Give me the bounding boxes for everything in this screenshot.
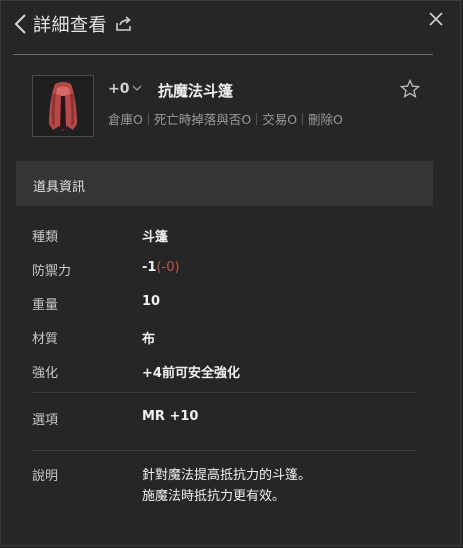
prop-weight-label: 重量 <box>32 298 59 313</box>
item-thumbnail <box>32 75 94 137</box>
share-icon[interactable] <box>115 16 133 32</box>
item-detail-panel: 詳細查看 +0 抗魔法斗篷 倉庫O 死亡時掉落與否O 交易O 刪除O 道具資訊 … <box>0 0 461 546</box>
item-name: 抗魔法斗篷 <box>158 82 234 100</box>
flag-drop-on-death: 死亡時掉落與否O <box>153 112 252 127</box>
prop-defense-label: 防禦力 <box>32 264 72 279</box>
flag-separator <box>256 113 258 125</box>
chevron-down-icon[interactable] <box>132 84 142 92</box>
prop-type-value: 斗篷 <box>142 230 169 245</box>
prop-enchant-value: +4前可安全強化 <box>142 366 240 381</box>
flag-separator <box>147 113 149 125</box>
prop-weight-value: 10 <box>142 294 161 309</box>
flag-separator <box>302 113 304 125</box>
cloak-icon <box>49 82 77 131</box>
divider <box>32 392 417 393</box>
section-title: 道具資訊 <box>33 180 86 195</box>
prop-type-label: 種類 <box>32 230 59 245</box>
header: 詳細查看 <box>13 11 133 37</box>
prop-option-value: MR +10 <box>142 409 199 424</box>
header-divider <box>13 54 433 55</box>
prop-defense-value: -1 <box>142 260 157 275</box>
item-summary: +0 抗魔法斗篷 倉庫O 死亡時掉落與否O 交易O 刪除O <box>32 75 422 141</box>
prop-enchant-label: 強化 <box>32 366 59 381</box>
flag-storage: 倉庫O <box>108 112 143 127</box>
item-flags: 倉庫O 死亡時掉落與否O 交易O 刪除O <box>108 109 343 128</box>
item-info-section-header: 道具資訊 <box>16 161 433 206</box>
flag-trade: 交易O <box>262 112 298 127</box>
star-icon[interactable] <box>400 79 420 99</box>
prop-material-value: 布 <box>142 332 156 347</box>
prop-description-label: 說明 <box>32 469 59 484</box>
description-line-2: 施魔法時抵抗力更有效。 <box>142 489 286 504</box>
prop-material-label: 材質 <box>32 332 59 347</box>
flag-delete: 刪除O <box>308 112 343 127</box>
close-icon[interactable] <box>428 11 444 27</box>
prop-defense-value-group: -1(-0) <box>142 260 180 275</box>
enhance-level[interactable]: +0 <box>108 81 129 97</box>
prop-defense-modifier: (-0) <box>156 260 180 275</box>
divider <box>32 450 417 451</box>
back-icon[interactable] <box>13 13 29 35</box>
prop-description-value: 針對魔法提高抵抗力的斗篷。 施魔法時抵抗力更有效。 <box>142 465 311 507</box>
page-title: 詳細查看 <box>33 15 107 36</box>
description-line-1: 針對魔法提高抵抗力的斗篷。 <box>142 468 312 483</box>
prop-option-label: 選項 <box>32 413 59 428</box>
